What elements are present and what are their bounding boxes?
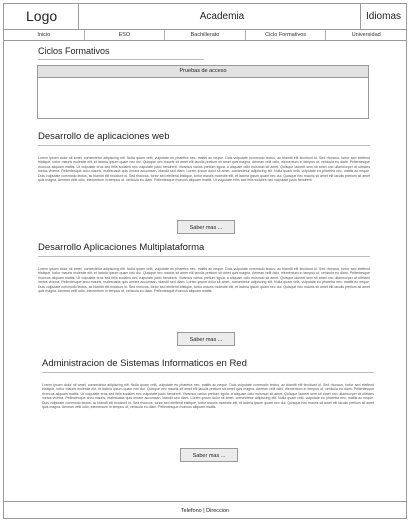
section-title: Desarrollo de aplicaciones web: [38, 131, 170, 142]
section-title: Desarrollo Aplicaciones Multiplataforma: [38, 242, 205, 253]
section-text: Lorem ipsum dolor sit amet, consectetur …: [38, 267, 370, 294]
site-title: Academia: [199, 11, 245, 22]
section-divider: [42, 372, 374, 373]
nav-item-ciclo-formativos[interactable]: Ciclo Formativos: [246, 30, 327, 40]
ciclos-title: Ciclos Formativos: [38, 46, 110, 56]
pruebas-acceso-table: Pruebas de acceso: [37, 65, 369, 119]
nav-item-bachillerato[interactable]: Bachillerato: [165, 30, 246, 40]
saber-mas-button[interactable]: Saber mas ...: [177, 220, 235, 234]
site-header: Logo Academia Idiomas: [4, 4, 406, 30]
pruebas-acceso-header[interactable]: Pruebas de acceso: [38, 66, 368, 78]
section-divider: [38, 145, 370, 146]
main-nav: Inicio ESO Bachillerato Ciclo Formativos…: [4, 30, 406, 41]
ciclos-divider: [38, 59, 204, 60]
nav-item-universidad[interactable]: Universidad: [326, 30, 406, 40]
section-text: Lorem ipsum dolor sit amet, consectetur …: [38, 156, 370, 183]
section-title: Administracion de Sistemas Informaticos …: [42, 358, 247, 369]
saber-mas-button[interactable]: Saber mas ...: [177, 332, 235, 346]
nav-item-inicio[interactable]: Inicio: [4, 30, 85, 40]
section-divider: [38, 256, 370, 257]
saber-mas-button[interactable]: Saber mas ...: [180, 448, 238, 462]
section-dam: Desarrollo Aplicaciones Multiplataforma …: [38, 242, 370, 293]
logo[interactable]: Logo: [4, 4, 79, 29]
section-asir: Administracion de Sistemas Informaticos …: [42, 358, 374, 409]
nav-item-eso[interactable]: ESO: [85, 30, 166, 40]
language-selector[interactable]: Idiomas: [360, 4, 406, 29]
section-daw: Desarrollo de aplicaciones web Lorem ips…: [38, 131, 370, 182]
section-text: Lorem ipsum dolor sit amet, consectetur …: [42, 383, 374, 410]
site-footer: Telefono | Direccion: [3, 501, 407, 519]
